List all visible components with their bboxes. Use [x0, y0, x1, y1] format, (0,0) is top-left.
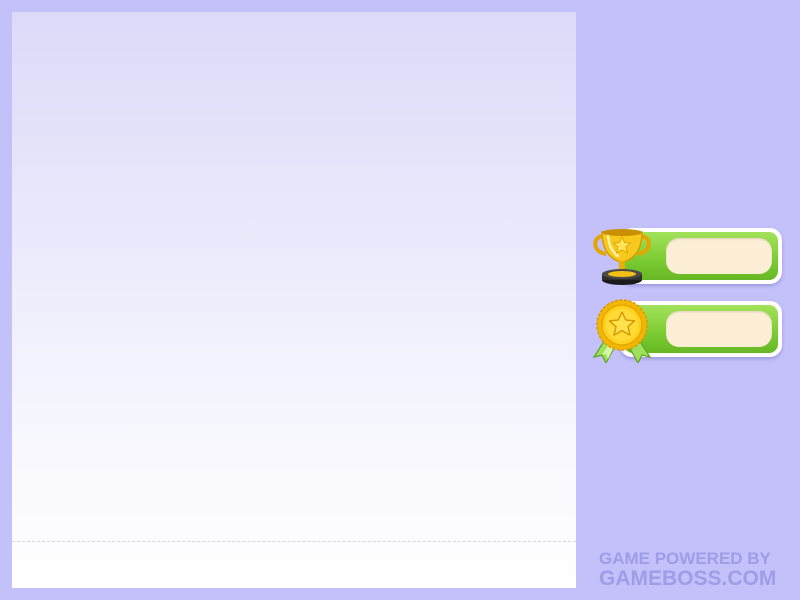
credit-line1: GAME POWERED BY — [599, 549, 771, 568]
board-divider — [12, 541, 576, 542]
powered-by-credit[interactable]: GAME POWERED BY GAMEBOSS.COM — [599, 549, 789, 590]
medal-stat — [590, 299, 782, 363]
medal-stat-value — [666, 311, 772, 347]
trophy-stat-value — [666, 238, 772, 274]
trophy-stat — [590, 226, 782, 286]
game-board[interactable] — [12, 12, 576, 588]
credit-line2: GAMEBOSS.COM — [599, 567, 777, 590]
medal-icon — [590, 299, 654, 363]
trophy-icon — [590, 226, 654, 290]
